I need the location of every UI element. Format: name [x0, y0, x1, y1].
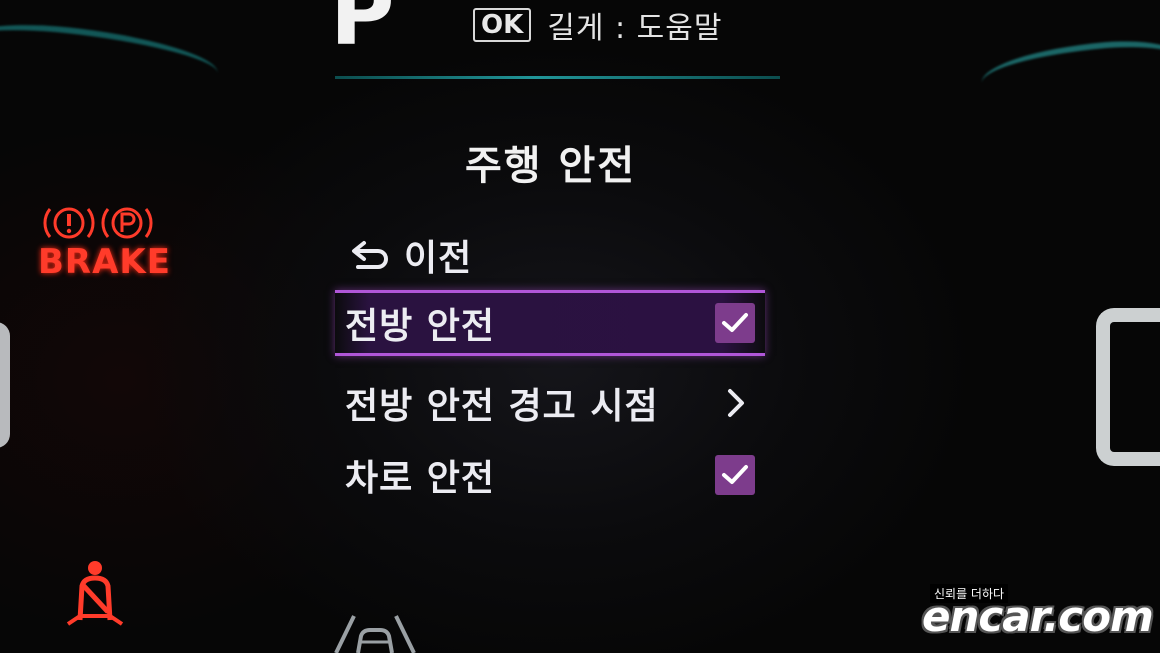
back-label: 이전	[404, 238, 473, 279]
help-text: 길게 : 도움말	[547, 11, 723, 46]
gear-indicator: P	[330, 0, 395, 65]
brake-warning-lamp: BRAKE	[38, 203, 171, 282]
menu-item-label: 차로 안전	[345, 458, 496, 499]
menu-item-label: 전방 안전	[345, 306, 496, 347]
menu-title: 주행 안전	[465, 143, 637, 189]
back-arrow-icon	[352, 241, 388, 269]
watermark-brand: encar.com	[922, 592, 1154, 641]
encar-watermark: 신뢰를 더하다 encar.com	[922, 584, 1154, 644]
brake-label: BRAKE	[38, 242, 171, 282]
lane-car-icon	[334, 615, 416, 653]
check-icon	[722, 313, 748, 332]
chevron-right-icon	[728, 389, 744, 417]
speed-digit	[1096, 308, 1160, 466]
ok-help-hint: OK 길게 : 도움말	[473, 3, 722, 47]
left-gauge-digit	[0, 322, 10, 448]
back-menu-item[interactable]: 이전	[350, 222, 780, 288]
menu-item-forward-warning-timing[interactable]: 전방 안전 경고 시점	[335, 370, 765, 436]
forward-safety-checkbox[interactable]	[715, 303, 755, 343]
menu-item-forward-safety[interactable]: 전방 안전	[335, 290, 765, 356]
menu-item-label: 전방 안전 경고 시점	[345, 386, 659, 427]
seatbelt-warning-icon	[66, 561, 124, 626]
parking-brake-icon	[101, 207, 153, 239]
lane-safety-checkbox[interactable]	[715, 455, 755, 495]
check-icon	[722, 465, 748, 484]
brake-warning-icon	[43, 207, 95, 239]
header-divider	[335, 76, 780, 79]
ok-key-label: OK	[473, 8, 532, 42]
menu-item-lane-safety[interactable]: 차로 안전	[335, 442, 765, 508]
